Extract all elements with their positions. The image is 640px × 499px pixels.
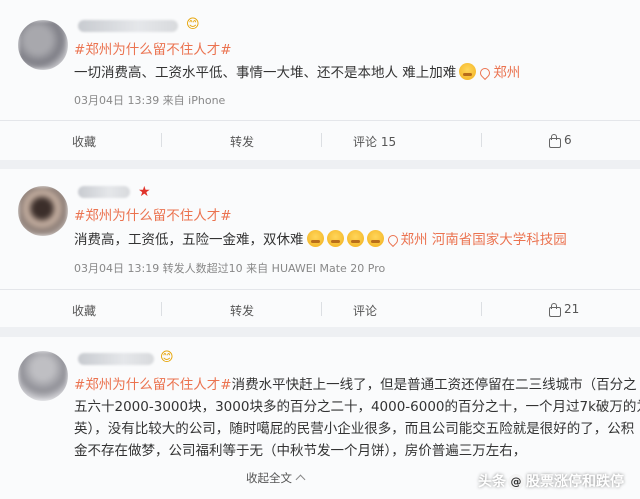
emoji-icon (346, 230, 364, 247)
location-pin-icon (478, 65, 493, 81)
chevron-up-icon (295, 474, 306, 485)
action-bar: 收藏 转发 评论 15 6 (0, 120, 640, 160)
divider (161, 133, 162, 147)
post-text-line: 五六十2000-3000块，3000块多的百分之二十，4000-6000的百分之… (74, 399, 640, 415)
post-text: 一切消费高、工资水平低、事情一大堆、还不是本地人 难上加难 郑州 (74, 63, 521, 81)
divider (481, 302, 482, 316)
post-text-line: #郑州为什么留不住人才#消费水平快赶上一线了，但是普通工资还停留在二三线城市（百… (74, 377, 637, 393)
post-meta: 03月04日 13:19 转发人数超过10 来自 HUAWEI Mate 20 … (74, 262, 386, 275)
comment-button[interactable]: 评论 15 (353, 133, 396, 150)
avatar[interactable] (18, 351, 68, 401)
topic-hashtag[interactable]: #郑州为什么留不住人才# (74, 40, 232, 61)
emoji-icon (326, 230, 344, 247)
emoji-icon (306, 230, 324, 247)
divider (321, 133, 322, 147)
post-card: ★ #郑州为什么留不住人才# 消费高，工资低，五险一金难，双休难 郑州 河南省国家… (0, 169, 640, 327)
post-text: 消费高，工资低，五险一金难，双休难 郑州 河南省国家大学科技园 (74, 230, 567, 248)
collapse-text-button[interactable]: 收起全文 (246, 470, 306, 486)
post-meta: 03月04日 13:39 来自 iPhone (74, 94, 226, 107)
location-link[interactable]: 郑州 (476, 65, 520, 81)
location-link[interactable]: 河南省国家大学科技园 (432, 232, 567, 248)
post-card: 😊 #郑州为什么留不住人才# 一切消费高、工资水平低、事情一大堆、还不是本地人 … (0, 0, 640, 160)
thumbs-up-icon (548, 134, 561, 148)
username[interactable] (78, 186, 130, 198)
at-icon: @ (508, 474, 524, 490)
post-text-line: 英），没有比较大的公司，随时噶屁的民营小企业很多，而且公司能交五险就是很好的了，… (74, 421, 635, 437)
post-text-line: 金不存在做梦，公司福利等于无（中秋节发一个月饼），房价普遍三万左右， (74, 443, 527, 459)
username[interactable] (78, 20, 178, 32)
location-pin-icon (385, 232, 400, 248)
location-link[interactable]: 郑州 (384, 232, 428, 248)
forward-button[interactable]: 转发 (230, 302, 254, 319)
forward-button[interactable]: 转发 (230, 133, 254, 150)
emoji-icon: 😊 (160, 350, 174, 365)
comment-button[interactable]: 评论 (353, 302, 377, 319)
emoji-icon (459, 63, 477, 80)
emoji-icon: 😊 (186, 17, 200, 32)
divider (321, 302, 322, 316)
action-bar: 收藏 转发 评论 21 (0, 289, 640, 329)
username[interactable] (78, 353, 154, 365)
emoji-icon (366, 230, 384, 247)
favorite-button[interactable]: 收藏 (72, 302, 96, 319)
thumbs-up-icon (548, 303, 561, 317)
like-button[interactable]: 21 (548, 302, 579, 317)
like-button[interactable]: 6 (548, 133, 572, 148)
topic-hashtag[interactable]: #郑州为什么留不住人才# (74, 206, 232, 227)
favorite-button[interactable]: 收藏 (72, 133, 96, 150)
divider (481, 133, 482, 147)
watermark: 头条 @ 股票涨停和跌停 (478, 474, 624, 490)
topic-hashtag[interactable]: #郑州为什么留不住人才# (74, 377, 232, 393)
divider (161, 302, 162, 316)
avatar[interactable] (18, 186, 68, 236)
star-badge-icon: ★ (138, 184, 151, 200)
avatar[interactable] (18, 20, 68, 70)
